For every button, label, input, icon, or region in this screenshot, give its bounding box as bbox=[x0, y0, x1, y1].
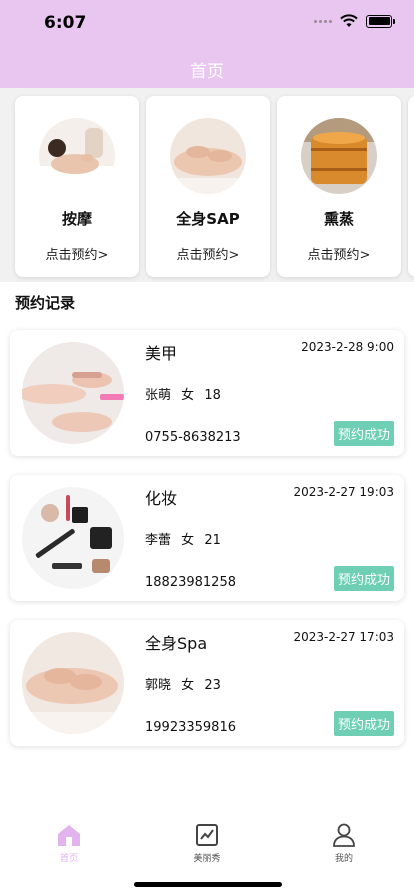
record-gender: 女 bbox=[181, 533, 195, 548]
booking-record[interactable]: 美甲 2023-2-28 9:00 张萌 女 18 0755-8638213 预… bbox=[10, 330, 404, 456]
chart-icon bbox=[196, 824, 218, 846]
record-phone: 19923359816 bbox=[145, 720, 236, 735]
status-badge: 预约成功 bbox=[333, 711, 394, 736]
record-age: 23 bbox=[204, 678, 221, 693]
service-name: 熏蒸 bbox=[323, 210, 354, 228]
book-link[interactable]: 点击预约> bbox=[146, 244, 270, 263]
record-name: 张萌 bbox=[145, 388, 172, 403]
record-gender: 女 bbox=[181, 388, 195, 403]
record-phone: 0755-8638213 bbox=[145, 430, 241, 445]
tab-profile[interactable]: 我的 bbox=[304, 822, 384, 864]
service-carousel[interactable]: 按摩 点击预约> 全身SAP 点击预约> 熏蒸 点击预约> bbox=[0, 88, 414, 282]
record-name: 郭晓 bbox=[145, 678, 172, 693]
service-card-fullbody[interactable]: 全身SAP 点击预约> bbox=[146, 96, 270, 277]
massage-image bbox=[39, 118, 115, 194]
booking-record[interactable]: 全身Spa 2023-2-27 17:03 郭晓 女 23 1992335981… bbox=[10, 620, 404, 746]
record-service: 全身Spa bbox=[145, 634, 208, 653]
status-badge: 预约成功 bbox=[333, 421, 394, 446]
record-person: 郭晓 女 23 bbox=[145, 674, 221, 693]
book-link[interactable]: 点击预约> bbox=[277, 244, 401, 263]
wifi-icon bbox=[340, 14, 358, 27]
tab-home[interactable]: 首页 bbox=[29, 822, 109, 864]
record-datetime: 2023-2-27 17:03 bbox=[293, 630, 395, 644]
record-phone: 18823981258 bbox=[145, 575, 236, 590]
record-age: 18 bbox=[204, 388, 221, 403]
fullbody-spa-image bbox=[170, 118, 246, 194]
tab-label: 美丽秀 bbox=[193, 854, 221, 864]
record-person: 张萌 女 18 bbox=[145, 384, 221, 403]
status-icons bbox=[314, 14, 395, 28]
home-indicator bbox=[134, 882, 282, 887]
record-name: 李蕾 bbox=[145, 533, 172, 548]
service-card-massage[interactable]: 按摩 点击预约> bbox=[15, 96, 139, 277]
record-gender: 女 bbox=[181, 678, 195, 693]
status-time: 6:07 bbox=[44, 13, 87, 33]
home-icon bbox=[58, 825, 80, 846]
record-datetime: 2023-2-28 9:00 bbox=[301, 340, 394, 354]
record-age: 21 bbox=[204, 533, 221, 548]
tab-showcase[interactable]: 美丽秀 bbox=[167, 822, 247, 864]
manicure-image bbox=[22, 342, 124, 444]
steam-barrel-image bbox=[301, 118, 377, 194]
page-title: 首页 bbox=[190, 62, 224, 82]
user-icon bbox=[333, 823, 355, 847]
makeup-image bbox=[22, 487, 124, 589]
tab-label: 首页 bbox=[59, 854, 78, 864]
battery-icon bbox=[366, 14, 395, 28]
service-name: 按摩 bbox=[61, 210, 92, 228]
book-link[interactable]: 点击预约> bbox=[15, 244, 139, 263]
service-card-partial[interactable] bbox=[408, 96, 414, 277]
cellular-signal-icon bbox=[314, 19, 332, 23]
tab-label: 我的 bbox=[334, 854, 353, 864]
record-datetime: 2023-2-27 19:03 bbox=[293, 485, 395, 499]
record-service: 化妆 bbox=[145, 489, 178, 508]
booking-record[interactable]: 化妆 2023-2-27 19:03 李蕾 女 21 18823981258 预… bbox=[10, 475, 404, 601]
status-badge: 预约成功 bbox=[333, 566, 394, 591]
header-bar: 6:07 首页 bbox=[0, 0, 414, 88]
section-title: 预约记录 bbox=[15, 294, 76, 312]
spa-image bbox=[22, 632, 124, 734]
service-card-steam[interactable]: 熏蒸 点击预约> bbox=[277, 96, 401, 277]
record-person: 李蕾 女 21 bbox=[145, 529, 221, 548]
record-service: 美甲 bbox=[145, 344, 178, 363]
service-name: 全身SAP bbox=[176, 210, 240, 228]
